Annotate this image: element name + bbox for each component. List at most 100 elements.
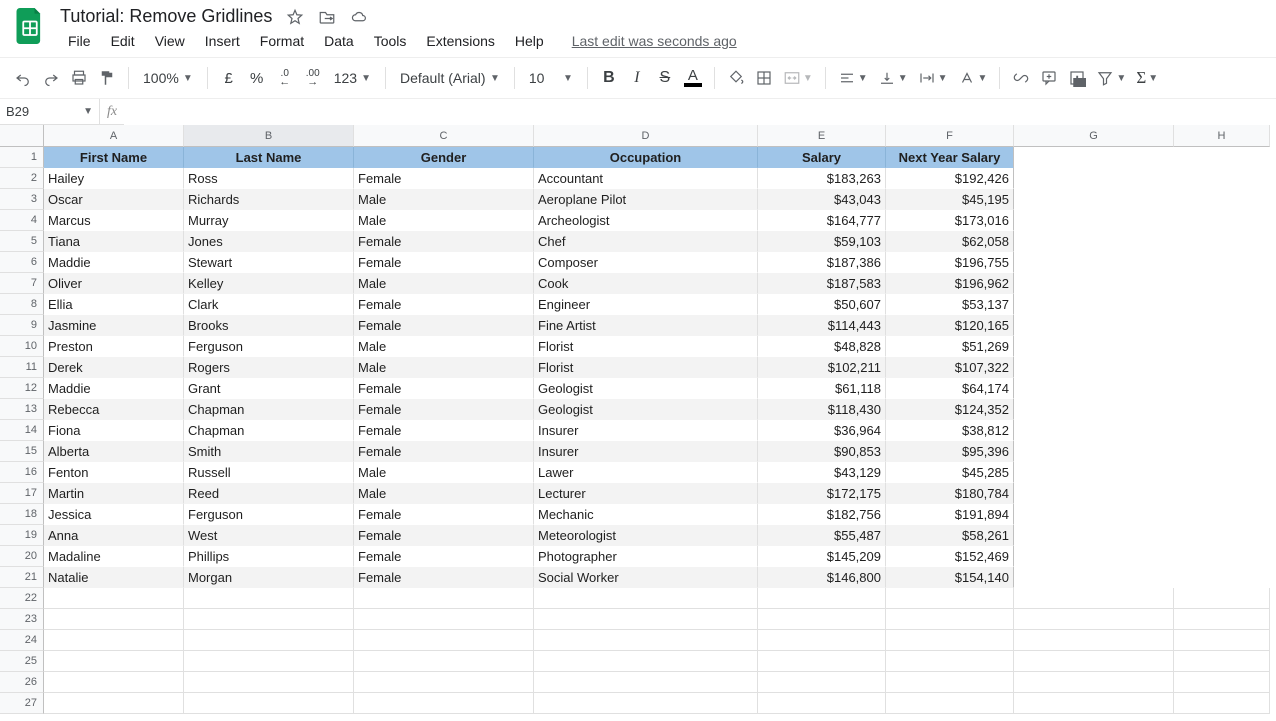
cell[interactable] <box>1014 147 1174 168</box>
cell[interactable] <box>354 693 534 714</box>
cell[interactable] <box>44 630 184 651</box>
select-all-corner[interactable] <box>0 125 44 147</box>
cell[interactable]: Insurer <box>534 441 758 462</box>
menu-view[interactable]: View <box>147 29 193 53</box>
cell[interactable] <box>1014 252 1174 273</box>
cell[interactable] <box>1014 483 1174 504</box>
cell[interactable]: Lawer <box>534 462 758 483</box>
cell[interactable]: Chef <box>534 231 758 252</box>
cell[interactable]: Meteorologist <box>534 525 758 546</box>
fill-color-button[interactable] <box>723 64 749 92</box>
cell[interactable]: Maddie <box>44 252 184 273</box>
cell[interactable]: First Name <box>44 147 184 168</box>
cell[interactable]: West <box>184 525 354 546</box>
cell[interactable] <box>534 651 758 672</box>
cell[interactable]: $164,777 <box>758 210 886 231</box>
cell[interactable] <box>1014 168 1174 189</box>
column-header-D[interactable]: D <box>534 125 758 147</box>
cell[interactable]: Female <box>354 168 534 189</box>
cell[interactable]: $43,043 <box>758 189 886 210</box>
row-header[interactable]: 1 <box>0 147 44 168</box>
cell[interactable] <box>1014 609 1174 630</box>
cell[interactable]: Rogers <box>184 357 354 378</box>
cell[interactable] <box>1174 630 1270 651</box>
cell[interactable]: Brooks <box>184 315 354 336</box>
cell[interactable]: Ross <box>184 168 354 189</box>
cell[interactable]: Anna <box>44 525 184 546</box>
cell[interactable]: Fiona <box>44 420 184 441</box>
cell[interactable] <box>1014 231 1174 252</box>
cell[interactable] <box>1014 693 1174 714</box>
row-header[interactable]: 12 <box>0 378 44 399</box>
italic-button[interactable]: I <box>624 64 650 92</box>
cell[interactable] <box>1174 252 1270 273</box>
cell[interactable] <box>1174 483 1270 504</box>
cell[interactable] <box>1174 462 1270 483</box>
cell[interactable] <box>1174 315 1270 336</box>
cell[interactable] <box>534 609 758 630</box>
cell[interactable]: $59,103 <box>758 231 886 252</box>
row-header[interactable]: 8 <box>0 294 44 315</box>
cell[interactable]: Male <box>354 210 534 231</box>
cell[interactable]: Marcus <box>44 210 184 231</box>
cell[interactable] <box>1014 567 1174 588</box>
insert-chart-button[interactable] <box>1064 64 1090 92</box>
row-header[interactable]: 13 <box>0 399 44 420</box>
cell[interactable]: Female <box>354 399 534 420</box>
row-header[interactable]: 15 <box>0 441 44 462</box>
cell[interactable]: $124,352 <box>886 399 1014 420</box>
cell[interactable] <box>354 651 534 672</box>
cell[interactable] <box>1014 378 1174 399</box>
cell[interactable] <box>1174 168 1270 189</box>
cell[interactable]: $50,607 <box>758 294 886 315</box>
cell[interactable]: $45,195 <box>886 189 1014 210</box>
cell[interactable]: Archeologist <box>534 210 758 231</box>
cell[interactable]: Female <box>354 294 534 315</box>
cell[interactable] <box>886 609 1014 630</box>
row-header[interactable]: 22 <box>0 588 44 609</box>
cell[interactable] <box>1014 588 1174 609</box>
cell[interactable]: Jessica <box>44 504 184 525</box>
cell[interactable]: Male <box>354 336 534 357</box>
cell[interactable]: Male <box>354 462 534 483</box>
cell[interactable] <box>1174 147 1270 168</box>
cell[interactable]: $38,812 <box>886 420 1014 441</box>
cell[interactable] <box>1174 567 1270 588</box>
cell[interactable]: $114,443 <box>758 315 886 336</box>
row-header[interactable]: 10 <box>0 336 44 357</box>
cell[interactable]: $120,165 <box>886 315 1014 336</box>
row-header[interactable]: 2 <box>0 168 44 189</box>
cell[interactable]: Geologist <box>534 399 758 420</box>
cell[interactable]: $187,583 <box>758 273 886 294</box>
cell[interactable]: Stewart <box>184 252 354 273</box>
cell[interactable]: Insurer <box>534 420 758 441</box>
document-title[interactable]: Tutorial: Remove Gridlines <box>60 6 272 27</box>
cell[interactable]: Ellia <box>44 294 184 315</box>
column-header-A[interactable]: A <box>44 125 184 147</box>
cell[interactable]: Male <box>354 483 534 504</box>
cell[interactable] <box>1014 504 1174 525</box>
merge-cells-button[interactable]: ▼ <box>779 64 817 92</box>
cell[interactable] <box>1014 399 1174 420</box>
cell[interactable] <box>1174 273 1270 294</box>
cell[interactable]: Female <box>354 567 534 588</box>
cell[interactable]: Female <box>354 231 534 252</box>
cell[interactable]: Social Worker <box>534 567 758 588</box>
cell[interactable] <box>1174 189 1270 210</box>
cell[interactable] <box>1174 651 1270 672</box>
row-header[interactable]: 25 <box>0 651 44 672</box>
cell[interactable]: $45,285 <box>886 462 1014 483</box>
cell[interactable] <box>1014 441 1174 462</box>
row-header[interactable]: 23 <box>0 609 44 630</box>
cell[interactable]: Oliver <box>44 273 184 294</box>
zoom-select[interactable]: 100%▼ <box>137 64 199 92</box>
cell[interactable] <box>1174 441 1270 462</box>
row-header[interactable]: 19 <box>0 525 44 546</box>
cell[interactable]: Last Name <box>184 147 354 168</box>
cell[interactable]: $196,962 <box>886 273 1014 294</box>
cell[interactable]: $51,269 <box>886 336 1014 357</box>
cell[interactable]: Male <box>354 357 534 378</box>
cell[interactable]: $180,784 <box>886 483 1014 504</box>
horizontal-align-button[interactable]: ▼ <box>834 64 872 92</box>
cell[interactable]: Lecturer <box>534 483 758 504</box>
